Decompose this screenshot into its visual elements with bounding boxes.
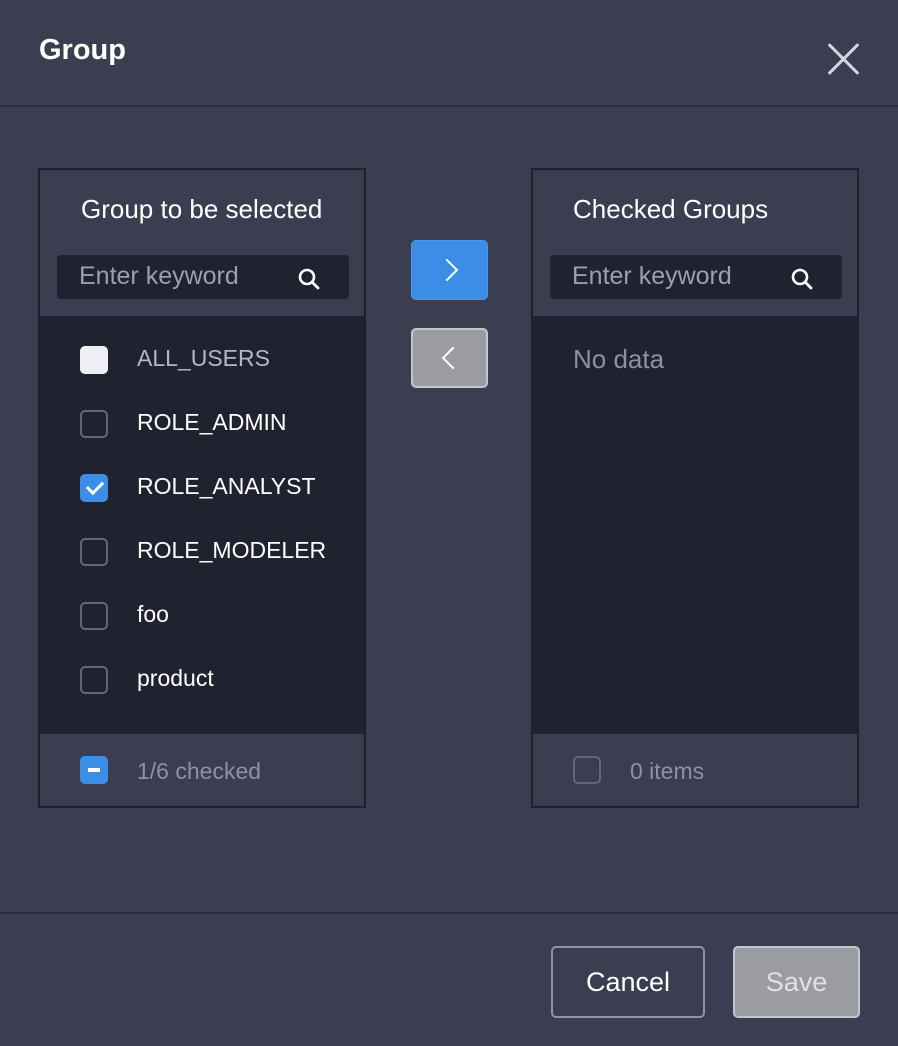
checkbox-disabled <box>80 346 108 374</box>
chevron-left-icon <box>441 346 465 370</box>
list-item-role-modeler[interactable]: ROLE_MODELER <box>40 520 364 584</box>
source-checked-count: 1/6 checked <box>137 758 262 784</box>
target-panel-header: Checked Groups Enter keyword <box>533 170 857 316</box>
dialog-title: Group <box>39 34 126 66</box>
select-all-checkbox[interactable] <box>573 756 601 784</box>
checkbox-checked[interactable] <box>80 474 108 502</box>
checkbox[interactable] <box>80 666 108 694</box>
source-panel-header: Group to be selected Enter keyword <box>40 170 364 316</box>
list-item-all-users[interactable]: ALL_USERS <box>40 328 364 392</box>
dialog-header: Group <box>0 0 898 107</box>
list-item-role-analyst[interactable]: ROLE_ANALYST <box>40 456 364 520</box>
move-left-button[interactable] <box>411 328 488 388</box>
save-button[interactable]: Save <box>733 946 860 1018</box>
target-panel: Checked Groups Enter keyword No data 0 i… <box>531 168 859 808</box>
select-all-checkbox[interactable] <box>80 756 108 784</box>
list-item-product[interactable]: product <box>40 648 364 712</box>
source-list: ALL_USERS ROLE_ADMIN ROLE_ANALYST ROLE_M… <box>40 316 364 734</box>
source-search-placeholder: Enter keyword <box>79 262 239 290</box>
source-panel: Group to be selected Enter keyword ALL_U… <box>38 168 366 808</box>
target-panel-footer: 0 items <box>533 734 857 806</box>
chevron-right-icon <box>435 258 459 282</box>
list-item-role-admin[interactable]: ROLE_ADMIN <box>40 392 364 456</box>
search-icon <box>298 268 320 290</box>
source-search-input[interactable]: Enter keyword <box>57 255 349 299</box>
search-icon <box>791 268 813 290</box>
checkbox[interactable] <box>80 602 108 630</box>
dialog-footer: Cancel Save <box>0 912 898 1046</box>
close-icon[interactable] <box>820 36 866 82</box>
target-search-input[interactable]: Enter keyword <box>550 255 842 299</box>
empty-state-text: No data <box>573 344 665 374</box>
item-label: ALL_USERS <box>137 345 270 371</box>
move-right-button[interactable] <box>411 240 488 300</box>
cancel-button[interactable]: Cancel <box>551 946 705 1018</box>
checkbox[interactable] <box>80 538 108 566</box>
checkbox[interactable] <box>80 410 108 438</box>
item-label: product <box>137 665 214 691</box>
target-list: No data <box>533 316 857 734</box>
target-item-count: 0 items <box>630 758 705 784</box>
item-label: ROLE_ANALYST <box>137 473 316 499</box>
target-search-placeholder: Enter keyword <box>572 262 732 290</box>
list-item-foo[interactable]: foo <box>40 584 364 648</box>
item-label: ROLE_MODELER <box>137 537 327 563</box>
group-dialog: Group Group to be selected Enter keyword… <box>0 0 898 1046</box>
item-label: ROLE_ADMIN <box>137 409 287 435</box>
item-label: foo <box>137 601 169 627</box>
target-panel-title: Checked Groups <box>573 194 769 224</box>
source-panel-footer: 1/6 checked <box>40 734 364 806</box>
source-panel-title: Group to be selected <box>81 194 323 224</box>
